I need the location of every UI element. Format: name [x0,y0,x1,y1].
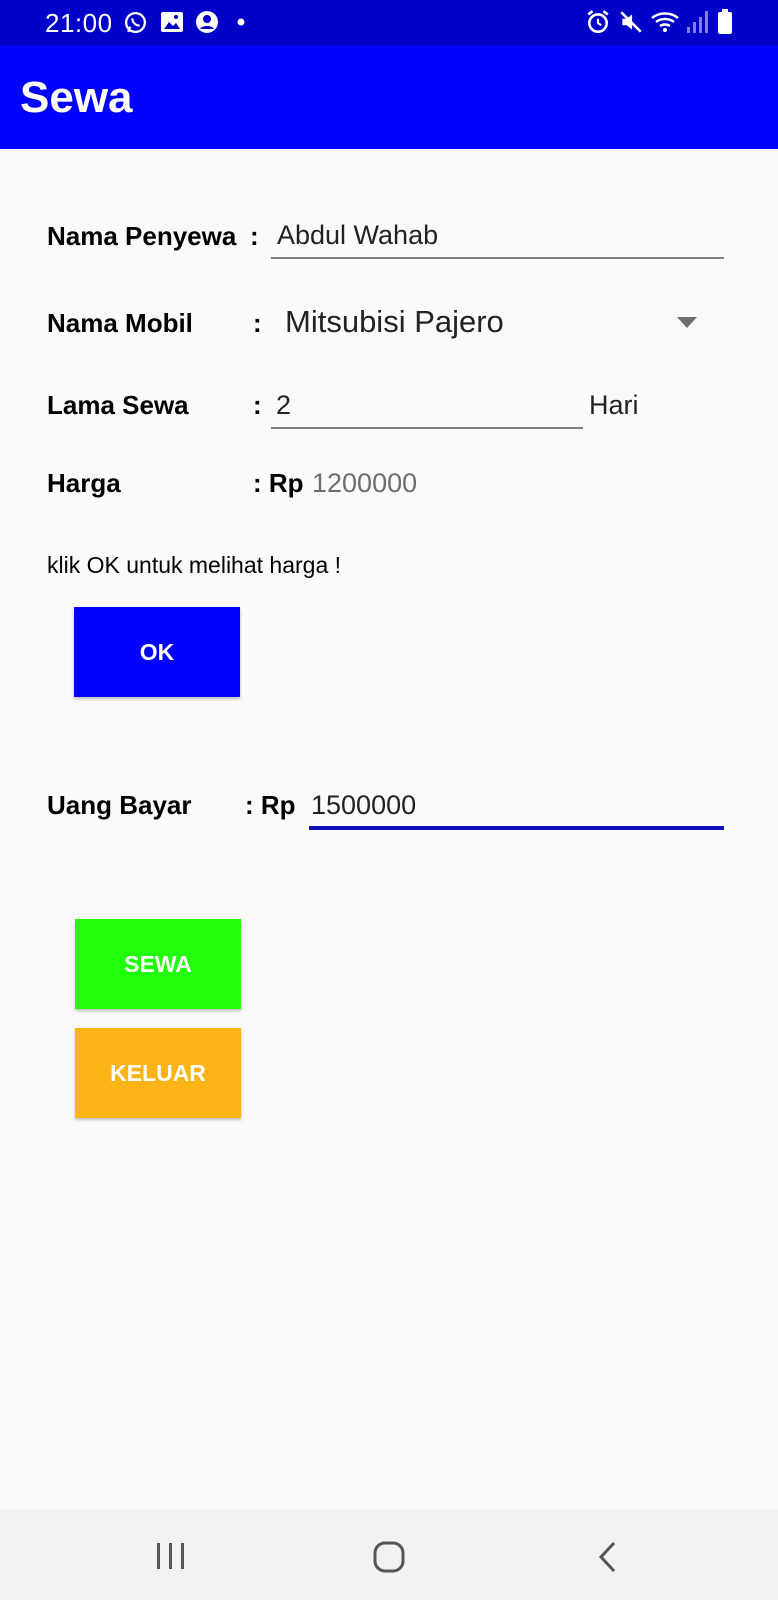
nama-penyewa-colon: : [250,221,259,251]
wifi-icon [650,9,680,35]
gallery-icon [160,9,184,35]
hint-text: klik OK untuk melihat harga ! [47,552,342,578]
nama-penyewa-input[interactable]: Abdul Wahab [271,212,724,262]
chevron-down-icon [677,316,697,334]
alarm-icon [585,9,611,35]
uang-bayar-underline [309,826,724,830]
keluar-button-label: KELUAR [110,1059,206,1086]
nama-mobil-label: Nama Mobil [47,308,193,338]
nama-mobil-dropdown[interactable]: Mitsubisi Pajero [271,292,711,352]
ok-button[interactable]: OK [74,607,240,697]
nama-penyewa-value: Abdul Wahab [277,220,439,250]
uang-bayar-colon: : Rp [245,790,296,820]
lama-sewa-input[interactable]: 2 [271,382,583,432]
signal-icon [686,9,708,35]
ok-button-label: OK [139,638,175,665]
battery-icon [717,9,733,35]
lama-sewa-label: Lama Sewa [47,390,189,420]
dot-icon [236,9,246,35]
status-time: 21:00 [45,8,113,38]
home-icon[interactable] [373,1541,405,1578]
harga-value: 1200000 [312,468,418,498]
navigation-bar [0,1510,778,1600]
app-bar: Sewa [0,45,778,149]
sewa-button-label: SEWA [124,950,192,977]
uang-bayar-input[interactable]: 1500000 [309,782,724,832]
harga-label: Harga [47,468,121,498]
lama-sewa-value: 2 [276,390,292,420]
mute-icon [618,9,644,35]
lama-sewa-unit: Hari [589,390,639,420]
status-bar: 21:00 [0,0,778,45]
lama-sewa-underline [271,427,583,429]
nama-penyewa-label: Nama Penyewa [47,221,237,251]
back-icon[interactable] [597,1541,617,1578]
whatsapp-icon [123,9,148,35]
uang-bayar-label: Uang Bayar [47,790,192,820]
uang-bayar-value: 1500000 [311,790,417,820]
nama-penyewa-underline [271,257,724,259]
nama-mobil-colon: : [253,308,262,338]
app-title: Sewa [20,73,133,122]
sewa-button[interactable]: SEWA [75,919,241,1009]
keluar-button[interactable]: KELUAR [75,1028,241,1118]
nama-mobil-selected: Mitsubisi Pajero [285,304,504,339]
recent-apps-icon[interactable] [156,1542,186,1575]
account-icon [195,9,219,35]
lama-sewa-colon: : [253,390,262,420]
harga-colon: : Rp [253,468,304,498]
